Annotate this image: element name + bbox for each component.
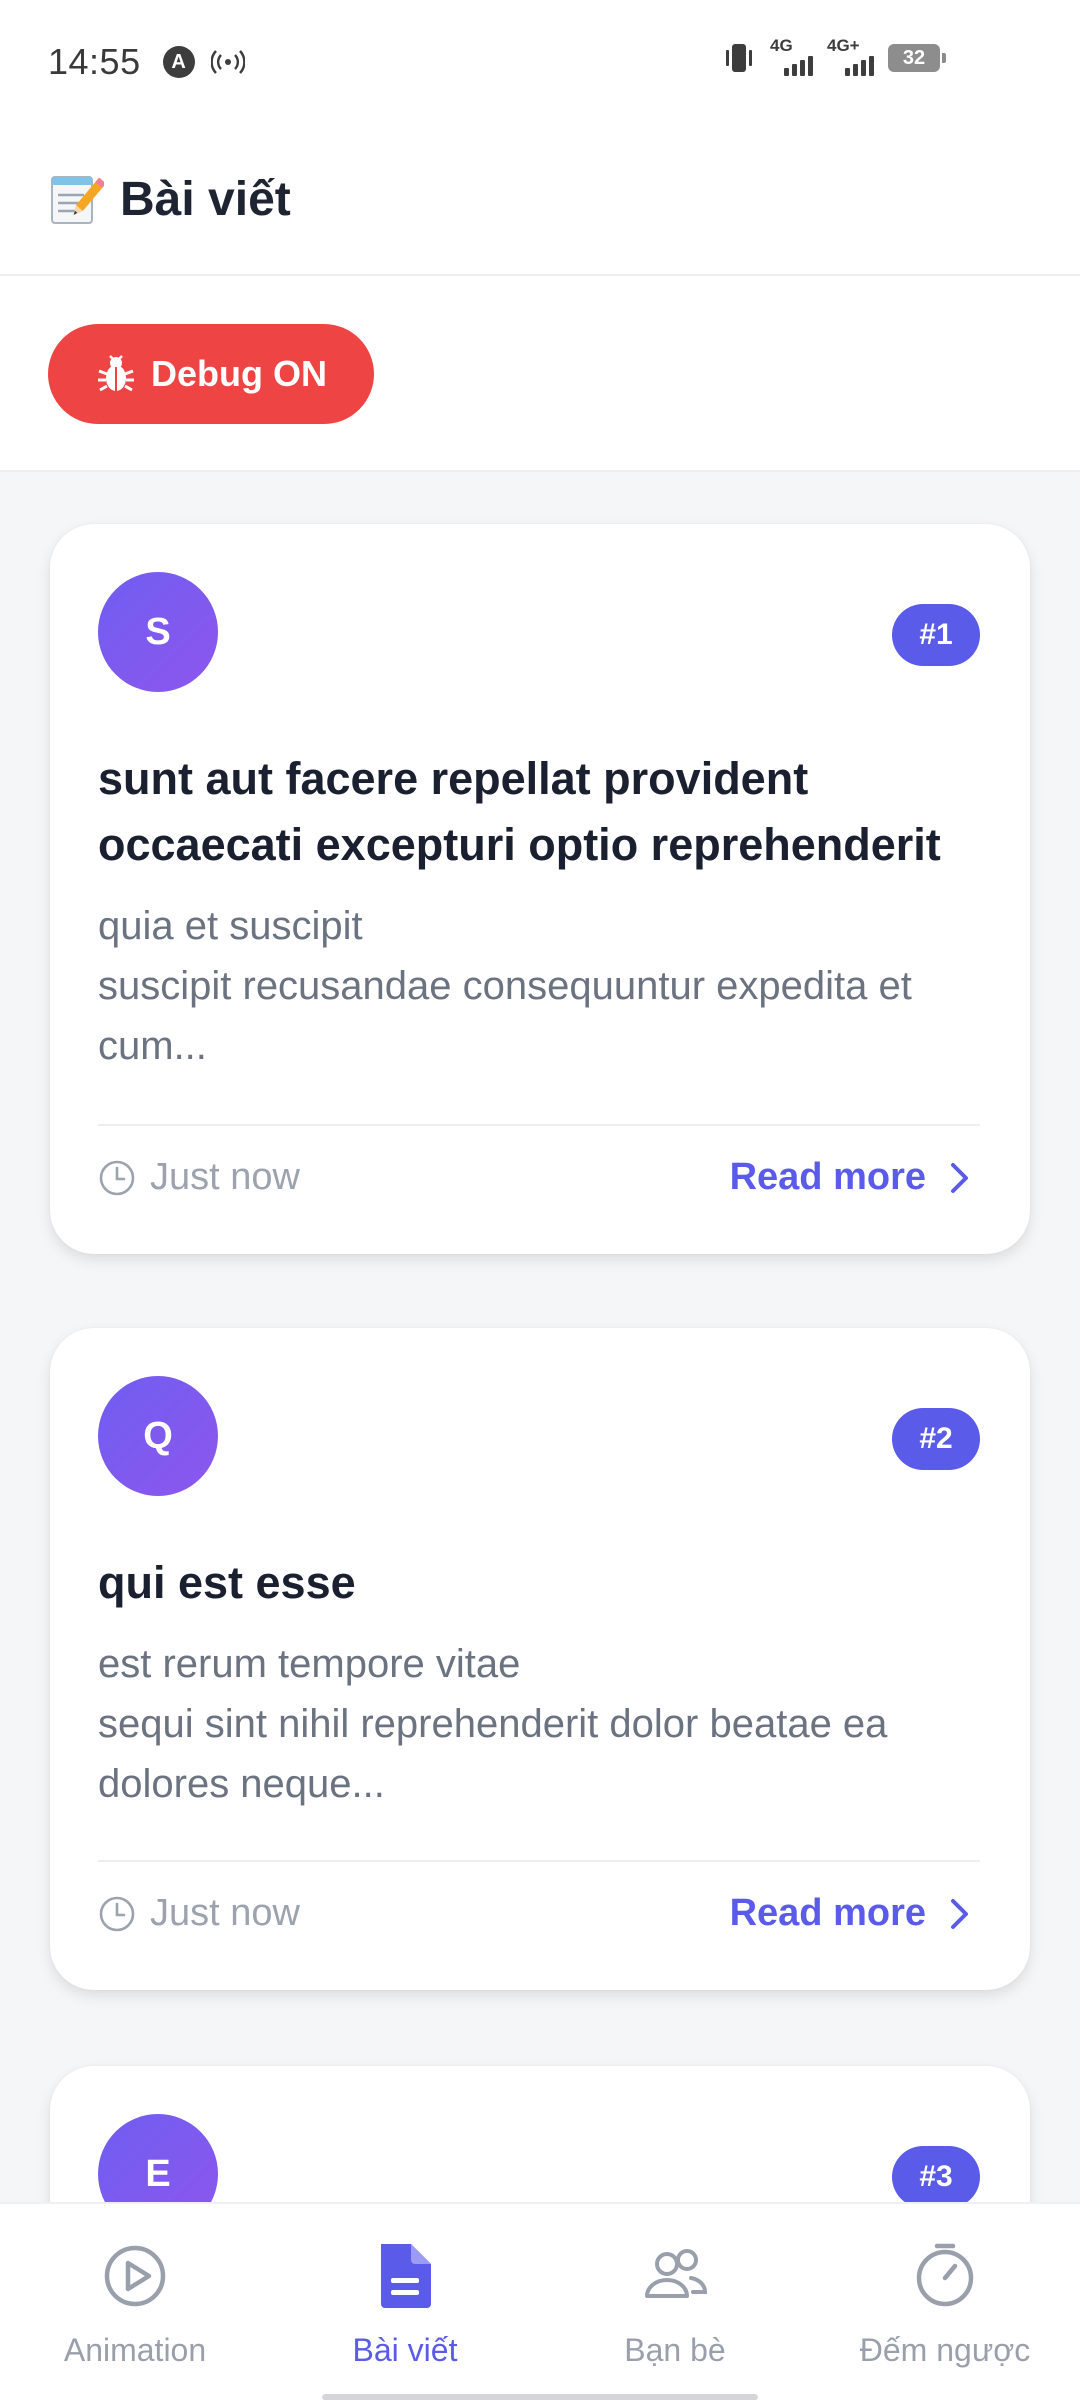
- chevron-right-icon: [951, 1162, 968, 1193]
- home-indicator[interactable]: [322, 2394, 758, 2400]
- status-right-icons: 4G 4G+ 32: [722, 36, 946, 76]
- memo-icon: [51, 176, 104, 224]
- debug-toggle-button[interactable]: Debug ON: [48, 324, 374, 424]
- status-bar: 14:55 A 4G 4G+ 32: [0, 0, 1080, 124]
- post-time: Just now: [98, 1892, 300, 1935]
- network-type-1: 4G: [770, 36, 793, 55]
- post-body: quia et suscipit suscipit recusandae con…: [98, 904, 912, 1068]
- card-divider: [98, 1860, 980, 1862]
- post-card[interactable]: Q #2 qui est esse est rerum tempore vita…: [50, 1328, 1030, 1990]
- nav-item-friends[interactable]: Bạn bè: [540, 2204, 810, 2408]
- app-header: Bài viết: [0, 124, 1080, 276]
- vibrate-icon: [726, 44, 752, 72]
- bottom-navigation: Animation Bài viết Bạn bè Đếm ngược: [0, 2202, 1080, 2408]
- timer-icon: [916, 2243, 974, 2307]
- signal-4g-icon: 4G: [770, 36, 813, 76]
- nav-label: Đếm ngược: [859, 2332, 1031, 2368]
- nav-label: Bạn bè: [624, 2332, 726, 2368]
- post-time-text: Just now: [150, 1156, 300, 1198]
- nav-label: Bài viết: [352, 2332, 458, 2368]
- bug-icon: [98, 355, 134, 392]
- nav-item-animation[interactable]: Animation: [0, 2204, 270, 2408]
- clock-icon: [99, 1896, 135, 1931]
- read-more-link[interactable]: Read more: [730, 1892, 972, 1935]
- clock-icon: [99, 1160, 135, 1195]
- nav-label: Animation: [63, 2332, 207, 2368]
- page-title: Bài viết: [120, 172, 291, 226]
- post-card[interactable]: S #1 sunt aut facere repellat provident …: [50, 524, 1030, 1254]
- battery-icon: 32: [888, 44, 946, 72]
- debug-section: Debug ON: [0, 276, 1080, 472]
- post-time: Just now: [98, 1156, 300, 1199]
- read-more-label: Read more: [729, 1156, 926, 1198]
- hotspot-icon: [210, 50, 245, 74]
- app-notification-icon: A: [162, 46, 195, 78]
- chevron-right-icon: [951, 1898, 968, 1929]
- card-divider: [98, 1124, 980, 1126]
- avatar: S: [98, 572, 218, 692]
- post-number-badge: #2: [892, 1408, 980, 1470]
- post-time-text: Just now: [150, 1892, 300, 1934]
- post-number-badge: #3: [892, 2146, 980, 2208]
- debug-label: Debug ON: [151, 353, 327, 394]
- users-icon: [645, 2249, 707, 2298]
- status-left-icons: A: [162, 46, 245, 78]
- post-number-badge: #1: [892, 604, 980, 666]
- nav-item-posts[interactable]: Bài viết: [270, 2204, 540, 2408]
- avatar: Q: [98, 1376, 218, 1496]
- post-title: sunt aut facere repellat provident occae…: [98, 753, 941, 870]
- read-more-link[interactable]: Read more: [730, 1156, 972, 1199]
- post-title: qui est esse: [98, 1557, 356, 1608]
- play-circle-icon: [104, 2245, 166, 2307]
- nav-item-countdown[interactable]: Đếm ngược: [810, 2204, 1080, 2408]
- post-body: est rerum tempore vitae sequi sint nihil…: [98, 1642, 888, 1806]
- read-more-label: Read more: [729, 1892, 926, 1934]
- signal-4g-plus-icon: 4G+: [827, 36, 874, 76]
- status-time: 14:55: [48, 41, 141, 82]
- document-icon: [381, 2244, 431, 2308]
- network-type-2: 4G+: [827, 36, 860, 55]
